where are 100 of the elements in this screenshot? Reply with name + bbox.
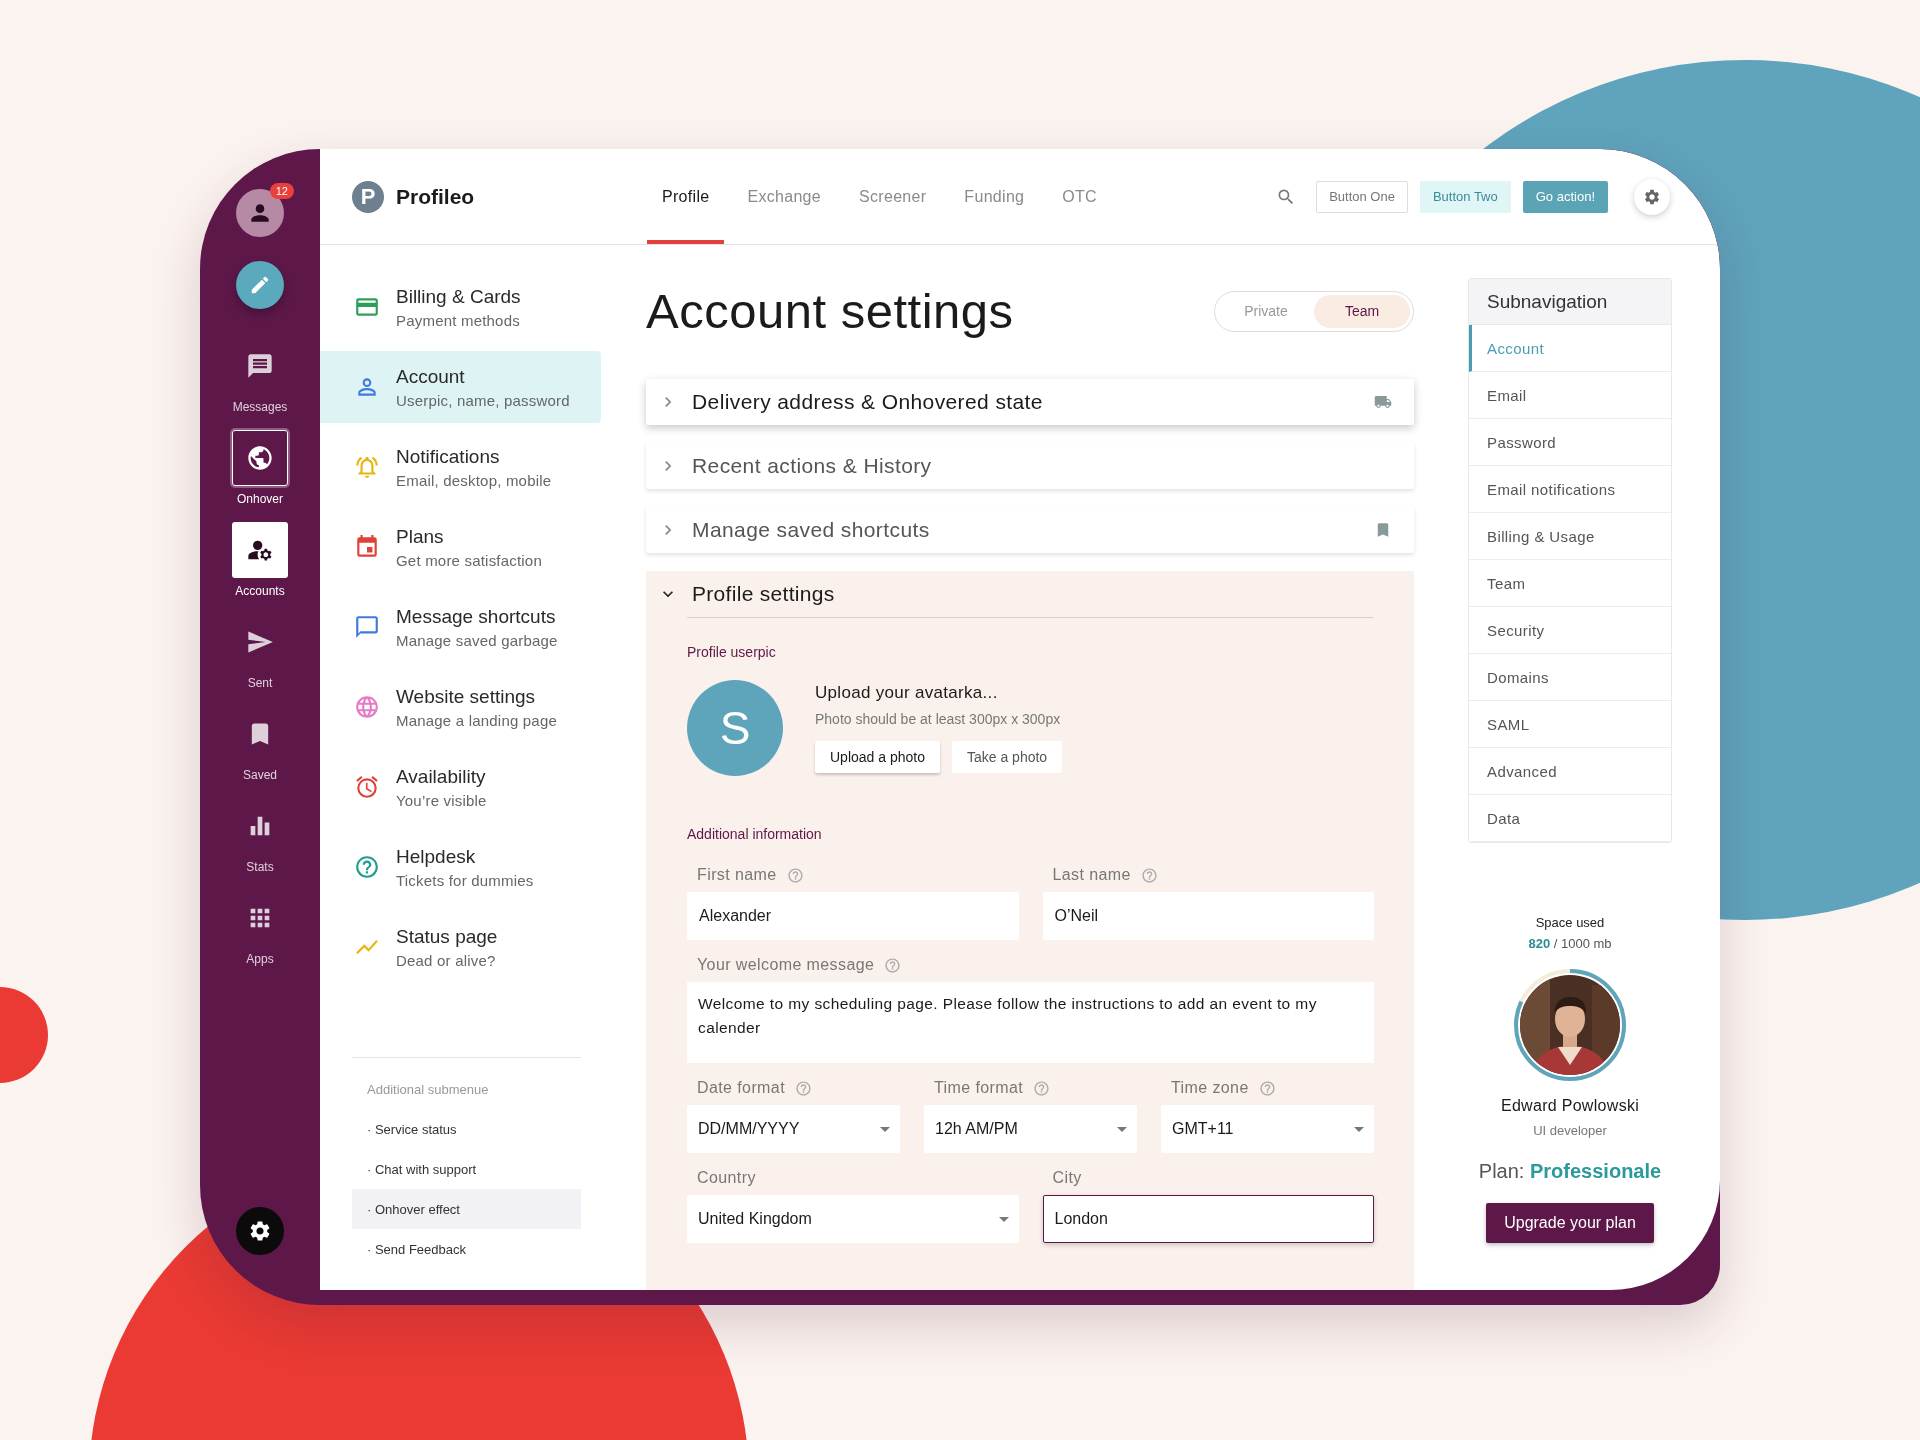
- field-label: Time zone: [1171, 1079, 1249, 1097]
- menu-item-title: Message shortcuts: [396, 605, 557, 628]
- toolbar-button[interactable]: Button Two: [1419, 180, 1511, 213]
- menu-item-subtitle: Get more satisfaction: [396, 551, 542, 569]
- submenu-item[interactable]: · Send Feedback: [352, 1229, 581, 1269]
- accordion-header[interactable]: Profile settings: [658, 571, 1374, 617]
- menu-item-subtitle: You’re visible: [396, 791, 487, 809]
- gear-icon: [1643, 187, 1661, 206]
- field-label: City: [1052, 1169, 1082, 1187]
- help-icon[interactable]: [786, 866, 804, 884]
- menu-item-title: Billing & Cards: [396, 285, 521, 308]
- submenu-item[interactable]: · Chat with support: [352, 1149, 581, 1189]
- section-label: Profile userpic: [687, 644, 776, 660]
- help-icon[interactable]: [1258, 1079, 1276, 1097]
- dropdown-caret-icon: [880, 1126, 890, 1132]
- nav-tab[interactable]: Profile: [647, 149, 725, 244]
- field-label: Country: [697, 1169, 756, 1187]
- photo-button[interactable]: Take a photo: [951, 741, 1063, 773]
- menu-item-subtitle: Tickets for dummies: [396, 871, 534, 889]
- page-title: Account settings: [646, 283, 1014, 339]
- dropdown-caret-icon: [1354, 1126, 1364, 1132]
- menu-item-subtitle: Email, desktop, mobile: [396, 471, 552, 489]
- accordion-header[interactable]: Recent actions & History: [646, 443, 1414, 489]
- menu-item-subtitle: Manage saved garbage: [396, 631, 558, 649]
- help-icon[interactable]: [1140, 866, 1158, 884]
- rail-item[interactable]: Apps: [226, 889, 294, 967]
- message-field[interactable]: Welcome to my scheduling page. Please follow the instructions to add an event to my calender: [687, 982, 1374, 1063]
- gear-icon: [248, 1219, 272, 1243]
- menu-item[interactable]: Availability You’re visible: [320, 751, 601, 823]
- rail-item[interactable]: Stats: [226, 797, 294, 875]
- help-icon[interactable]: [1033, 1079, 1051, 1097]
- accordion-header[interactable]: Manage saved shortcuts: [646, 507, 1414, 553]
- nav-tab[interactable]: Screener: [844, 149, 942, 244]
- menu-item-subtitle: Dead or alive?: [396, 951, 497, 969]
- menu-item-title: Plans: [396, 525, 445, 548]
- settings-button[interactable]: [236, 1207, 284, 1255]
- select-field[interactable]: 12h AM/PM: [924, 1105, 1137, 1153]
- storage-usage: 820 / 1000 mb: [1528, 936, 1612, 951]
- photo-button[interactable]: Upload a photo: [815, 741, 940, 773]
- accordion-header[interactable]: Delivery address & Onhovered state: [646, 379, 1414, 425]
- menu-item-title: Website settings: [396, 685, 537, 708]
- subnav-title: Subnavigation: [1469, 279, 1671, 325]
- field-label: Last name: [1052, 866, 1131, 884]
- rail-item[interactable]: Saved: [226, 705, 294, 783]
- truck-icon: [1374, 393, 1392, 411]
- menu-item[interactable]: Message shortcuts Manage saved garbage: [320, 591, 601, 663]
- upgrade-button[interactable]: Upgrade your plan: [1486, 1203, 1654, 1243]
- edit-button[interactable]: [236, 261, 284, 309]
- input-field[interactable]: O’Neil: [1042, 892, 1374, 940]
- field-label: Your welcome message: [697, 956, 875, 974]
- logo: P: [352, 180, 384, 213]
- menu-item[interactable]: Status page Dead or alive?: [320, 911, 601, 983]
- nav-tab[interactable]: OTC: [1047, 149, 1112, 244]
- plan-label: Plan: Professionale: [1478, 1160, 1662, 1183]
- user-role: UI developer: [1533, 1123, 1607, 1138]
- upload-hint: Photo should be at least 300px x 300px: [815, 711, 1061, 727]
- menu-item-title: Availability: [396, 765, 487, 788]
- dropdown-caret-icon: [1117, 1126, 1127, 1132]
- select-field[interactable]: GMT+11: [1161, 1105, 1374, 1153]
- field-label: Date format: [697, 1079, 785, 1097]
- menu-item[interactable]: Account Userpic, name, password: [320, 351, 601, 423]
- submenu-title: Additional submenue: [366, 1082, 489, 1097]
- dropdown-caret-icon: [998, 1216, 1009, 1222]
- help-icon[interactable]: [884, 956, 902, 974]
- brand-name: Profileo: [396, 184, 475, 209]
- nav-tab[interactable]: Funding: [949, 149, 1040, 244]
- menu-item-title: Notifications: [396, 445, 501, 468]
- menu-item-title: Helpdesk: [396, 845, 477, 868]
- rail-item[interactable]: Sent: [226, 613, 294, 691]
- storage-title: Space used: [1535, 915, 1605, 930]
- help-icon[interactable]: [795, 1079, 812, 1097]
- notification-badge: 12: [269, 183, 294, 199]
- menu-item[interactable]: Plans Get more satisfaction: [320, 511, 601, 583]
- input-field[interactable]: Alexander: [687, 892, 1019, 940]
- menu-item[interactable]: Notifications Email, desktop, mobile: [320, 431, 601, 503]
- input-field[interactable]: London: [1042, 1195, 1374, 1243]
- menu-item-subtitle: Payment methods: [396, 311, 521, 329]
- menu-item[interactable]: Website settings Manage a landing page: [320, 671, 601, 743]
- user-name: Edward Powlowski: [1500, 1097, 1640, 1115]
- globe-icon: [246, 444, 274, 472]
- rail-item[interactable]: Messages: [226, 337, 294, 415]
- pencil-icon: [249, 274, 271, 296]
- menu-item-title: Status page: [396, 925, 498, 948]
- field-label: Time format: [934, 1079, 1024, 1097]
- select-field[interactable]: United Kingdom: [687, 1195, 1019, 1243]
- menu-item[interactable]: Helpdesk Tickets for dummies: [320, 831, 601, 903]
- submenu-item[interactable]: · Onhover effect: [352, 1189, 581, 1229]
- menu-item-subtitle: Userpic, name, password: [396, 391, 570, 409]
- toolbar-button[interactable]: Button One: [1316, 180, 1408, 213]
- chat-bubble-icon: [246, 352, 274, 380]
- menu-item[interactable]: Billing & Cards Payment methods: [320, 271, 601, 343]
- avatar: S: [687, 680, 783, 776]
- menu-item-title: Account: [396, 365, 466, 388]
- submenu-item[interactable]: · Service status: [352, 1109, 581, 1149]
- toggle-option[interactable]: Team: [1314, 294, 1410, 328]
- upload-title: Upload your avatarka...: [815, 683, 998, 703]
- select-field[interactable]: DD/MM/YYYY: [687, 1105, 900, 1153]
- menu-item-subtitle: Manage a landing page: [396, 711, 557, 729]
- field-label: First name: [697, 866, 777, 884]
- nav-tab[interactable]: Exchange: [732, 149, 837, 244]
